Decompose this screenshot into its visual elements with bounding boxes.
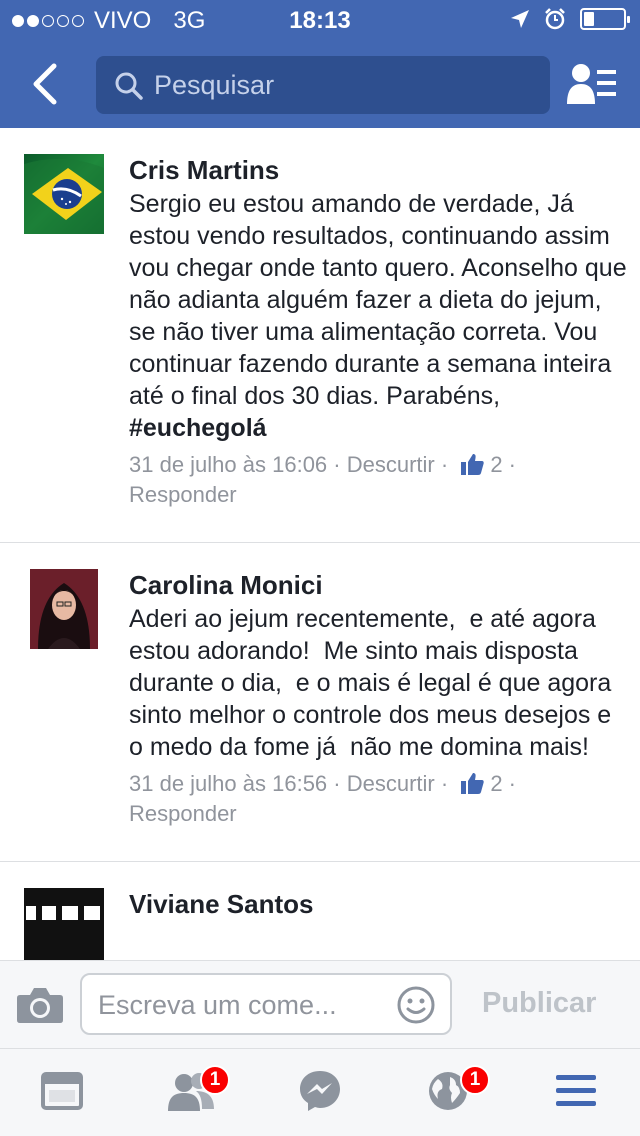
search-icon [115,72,143,100]
profile-photo-avatar[interactable] [24,569,104,649]
battery-icon [580,8,630,30]
like-count[interactable]: 2 [490,771,502,796]
reply-button[interactable]: Responder [129,482,237,507]
comment-input[interactable] [98,987,388,1023]
comment-item: Carolina Monici Aderi ao jejum recenteme… [0,543,640,862]
notifications-badge: 1 [460,1065,490,1095]
unlike-button[interactable]: Descurtir [347,452,435,477]
alarm-clock-icon [545,8,565,30]
comment-meta: 31 de julho às 16:06 · Descurtir · 2 · R… [129,452,517,507]
search-input[interactable] [154,66,534,104]
like-thumb-icon [461,773,484,794]
comment-meta: 31 de julho às 16:56 · Descurtir · 2 · R… [129,771,517,826]
publish-button[interactable]: Publicar [482,987,596,1020]
comment-item: Cris Martins Sergio eu estou amando de v… [0,128,640,543]
status-icons [510,8,630,30]
unlike-button[interactable]: Descurtir [347,771,435,796]
comment-timestamp[interactable]: 31 de julho às 16:56 [129,771,327,796]
location-arrow-icon [511,10,529,28]
reply-button[interactable]: Responder [129,801,237,826]
hashtag-link[interactable]: #euchegolá [129,414,267,442]
tab-more-menu[interactable] [554,1069,604,1119]
comment-input-box[interactable] [80,973,452,1035]
like-count[interactable]: 2 [490,452,502,477]
comment-author[interactable]: Viviane Santos [129,888,629,920]
top-header: VIVO 3G 18:13 [0,0,640,128]
tab-messenger[interactable] [298,1069,348,1119]
comment-composer: Publicar [0,960,640,1048]
comment-text: Sergio eu estou amando de verdade, Já es… [129,190,627,442]
comment-author[interactable]: Carolina Monici [129,569,629,601]
comments-feed[interactable]: Cris Martins Sergio eu estou amando de v… [0,128,640,960]
like-thumb-icon [461,454,484,475]
search-bar[interactable] [96,56,550,114]
comment-item: Viviane Santos [0,862,640,960]
camera-icon[interactable] [16,985,64,1025]
status-bar: VIVO 3G 18:13 [0,0,640,40]
black-avatar[interactable] [24,888,104,960]
tab-friend-requests[interactable]: 1 [166,1065,230,1119]
hamburger-menu-icon [556,1075,596,1106]
brazil-flag-avatar[interactable] [24,154,104,234]
tab-news-feed[interactable] [40,1069,90,1119]
comment-author[interactable]: Cris Martins [129,154,629,186]
back-chevron-icon[interactable] [26,62,66,106]
news-feed-icon [41,1072,83,1110]
tab-notifications[interactable]: 1 [426,1065,490,1119]
friend-requests-badge: 1 [200,1065,230,1095]
smiley-icon[interactable] [396,985,436,1025]
friend-list-icon[interactable] [566,62,618,106]
comment-timestamp[interactable]: 31 de julho às 16:06 [129,452,327,477]
comment-text: Aderi ao jejum recentemente, e até agora… [129,605,619,761]
bottom-tab-bar: 1 1 [0,1048,640,1136]
messenger-icon [300,1071,340,1111]
